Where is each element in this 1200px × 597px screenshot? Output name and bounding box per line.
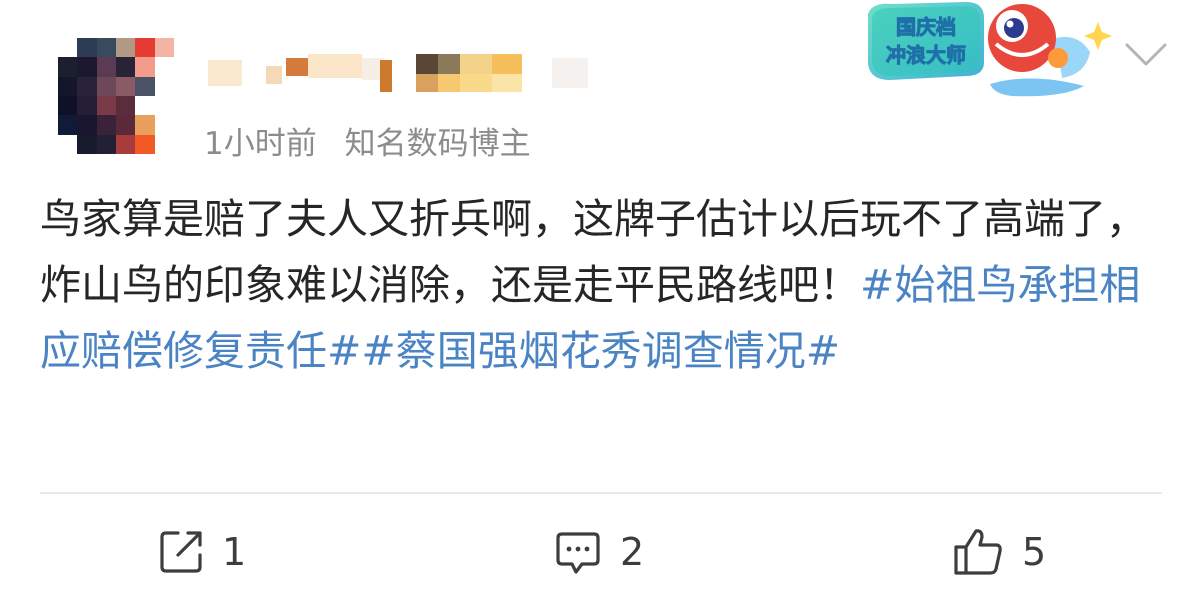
holiday-badge[interactable]: 国庆档 冲浪大师: [862, 0, 1112, 104]
divider: [40, 492, 1162, 494]
like-count: 5: [1022, 530, 1047, 574]
comment-count: 2: [620, 530, 645, 574]
post-meta: 1小时前 知名数码博主: [204, 118, 531, 163]
post-body: 鸟家算是赔了夫人又折兵啊，这牌子估计以后玩不了高端了，炸山鸟的印象难以消除，还是…: [40, 186, 1160, 384]
comment-button[interactable]: 2: [554, 524, 644, 580]
post-source: 知名数码博主: [344, 126, 531, 162]
share-button[interactable]: 1: [158, 524, 246, 580]
badge-line1: 国庆档: [896, 15, 956, 39]
like-button[interactable]: 5: [952, 524, 1046, 580]
avatar[interactable]: [58, 38, 174, 154]
share-count: 1: [222, 530, 247, 574]
thumbs-up-icon: [954, 529, 1002, 575]
hashtag-link[interactable]: #蔡国强烟花秀调查情况#: [361, 327, 840, 375]
chevron-down-icon[interactable]: [1124, 40, 1168, 70]
share-icon: [160, 531, 202, 573]
post-time: 1小时前: [204, 126, 317, 162]
badge-line2: 冲浪大师: [886, 43, 966, 67]
comment-icon: [556, 532, 600, 574]
username-mosaic[interactable]: [208, 54, 598, 94]
